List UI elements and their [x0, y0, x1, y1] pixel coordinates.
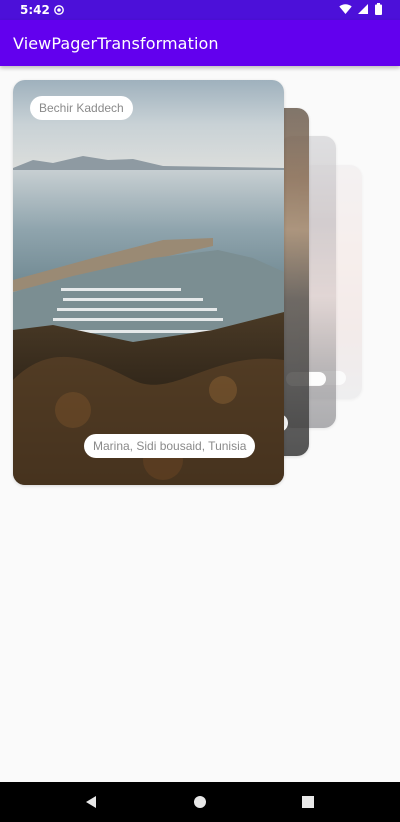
- view-pager[interactable]: Bechir Kaddech Marina, Sidi bousaid, Tun…: [0, 0, 400, 782]
- back-icon[interactable]: [84, 794, 100, 810]
- marina-photo: [13, 80, 284, 485]
- location-label: Marina, Sidi bousaid, Tunisia: [84, 434, 256, 458]
- navigation-bar: [0, 782, 400, 822]
- home-icon[interactable]: [192, 794, 208, 810]
- pager-card-current[interactable]: Bechir Kaddech Marina, Sidi bousaid, Tun…: [13, 80, 284, 485]
- author-label: Bechir Kaddech: [30, 96, 133, 120]
- recents-icon[interactable]: [300, 794, 316, 810]
